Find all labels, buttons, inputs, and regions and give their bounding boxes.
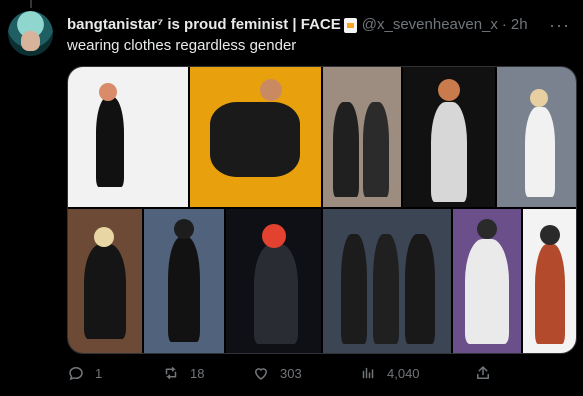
photo-left-top-2 <box>190 67 321 207</box>
retweet-button[interactable]: 18 <box>162 364 204 382</box>
like-button[interactable]: 303 <box>252 364 302 382</box>
display-name[interactable]: bangtanistar⁷ is proud feminist | FACE <box>67 16 341 33</box>
tweet-header: bangtanistar⁷ is proud feminist | FACE @… <box>67 13 573 35</box>
share-button[interactable] <box>474 364 492 382</box>
photo-right-top-3 <box>497 67 576 207</box>
action-bar: 1 18 303 4,040 <box>67 364 567 386</box>
photo-left-bottom-2 <box>144 209 224 353</box>
share-icon <box>477 366 489 379</box>
views-count: 4,040 <box>387 365 420 381</box>
photo-collage-right[interactable] <box>323 67 576 353</box>
retweet-count: 18 <box>190 365 205 381</box>
views-icon <box>362 367 374 379</box>
photo-right-bottom-3 <box>523 209 576 353</box>
separator: · <box>501 15 507 33</box>
like-count: 303 <box>280 365 302 381</box>
photo-right-top-1 <box>323 67 401 207</box>
timestamp[interactable]: 2h <box>511 16 528 33</box>
like-icon <box>254 368 268 380</box>
photo-left-bottom-3 <box>226 209 321 353</box>
more-icon[interactable]: ··· <box>549 15 570 36</box>
photo-right-top-2 <box>403 67 495 207</box>
reply-button[interactable]: 1 <box>67 364 102 382</box>
photo-left-bottom-1 <box>68 209 142 353</box>
media-grid <box>67 66 577 354</box>
handle[interactable]: @x_sevenheaven_x <box>362 16 498 33</box>
label-badge-icon <box>343 17 357 33</box>
photo-right-bottom-1 <box>323 209 451 353</box>
photo-left-top-1 <box>68 67 188 207</box>
photo-collage-left[interactable] <box>68 67 321 353</box>
photo-right-bottom-2 <box>453 209 521 353</box>
views-button[interactable]: 4,040 <box>359 364 420 382</box>
retweet-icon <box>165 367 177 379</box>
thread-connector-line <box>30 0 32 8</box>
reply-icon <box>69 366 83 381</box>
reply-count: 1 <box>95 365 103 381</box>
avatar[interactable] <box>8 11 53 56</box>
tweet-text: wearing clothes regardless gender <box>67 37 297 54</box>
